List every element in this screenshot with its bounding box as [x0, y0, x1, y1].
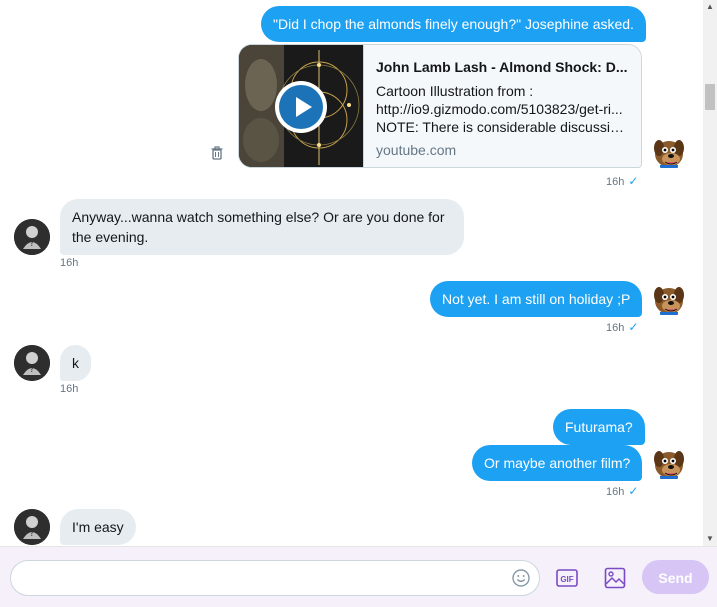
read-receipt-icon: ✓ — [628, 484, 639, 498]
message-composer: GIF Send — [0, 546, 717, 607]
dog-avatar-icon — [651, 445, 687, 481]
avatar[interactable] — [651, 281, 687, 317]
svg-text:GIF: GIF — [560, 575, 573, 584]
dog-avatar-icon — [651, 281, 687, 317]
message-input[interactable] — [25, 569, 509, 589]
message-timestamp: 16h ✓ — [606, 174, 639, 188]
message-outgoing[interactable]: Futurama? — [553, 409, 645, 445]
message-text: the evening. — [72, 229, 149, 245]
play-icon — [296, 97, 312, 117]
message-outgoing[interactable]: "Did I chop the almonds finely enough?" … — [261, 6, 646, 42]
question-avatar-icon: ? — [14, 219, 50, 255]
smiley-icon[interactable] — [511, 568, 531, 588]
scroll-down-arrow-icon[interactable]: ▼ — [703, 532, 717, 546]
message-text: Futurama? — [565, 419, 633, 435]
link-description-line: Cartoon Illustration from : — [376, 83, 534, 99]
send-button[interactable]: Send — [642, 560, 709, 594]
scrollbar-thumb[interactable] — [705, 84, 715, 110]
avatar[interactable]: ? — [14, 219, 50, 255]
message-timestamp: 16h — [60, 383, 79, 395]
question-avatar-icon: ? — [14, 345, 50, 381]
message-input-container[interactable] — [10, 560, 540, 596]
message-text: Not yet. I am still on holiday ;P — [442, 291, 631, 307]
svg-text:?: ? — [30, 239, 35, 249]
link-card-body[interactable]: John Lamb Lash - Almond Shock: D... Cart… — [363, 45, 641, 167]
svg-text:?: ? — [30, 529, 35, 539]
question-avatar-icon: ? — [14, 509, 50, 545]
avatar[interactable] — [651, 445, 687, 481]
scroll-up-arrow-icon[interactable]: ▲ — [703, 0, 717, 14]
message-text: k — [72, 355, 79, 371]
conversation-panel: "Did I chop the almonds finely enough?" … — [0, 0, 703, 546]
svg-text:?: ? — [30, 365, 35, 375]
message-timestamp: 16h ✓ — [606, 484, 639, 498]
message-timestamp: 16h — [60, 257, 79, 269]
gif-icon[interactable]: GIF — [556, 569, 578, 587]
message-text: Or maybe another film? — [484, 455, 631, 471]
avatar[interactable] — [651, 134, 687, 170]
message-incoming[interactable]: I'm easy — [60, 509, 136, 545]
link-title: John Lamb Lash - Almond Shock: D... — [376, 59, 628, 75]
play-button[interactable] — [275, 81, 327, 133]
avatar[interactable]: ? — [14, 345, 50, 381]
message-timestamp: 16h ✓ — [606, 320, 639, 334]
trash-icon[interactable] — [209, 145, 225, 161]
message-incoming[interactable]: k — [60, 345, 91, 381]
message-text: I'm easy — [72, 519, 124, 535]
message-outgoing[interactable]: Not yet. I am still on holiday ;P — [430, 281, 643, 317]
video-thumbnail[interactable] — [239, 45, 363, 167]
read-receipt-icon: ✓ — [628, 174, 639, 188]
scrollbar[interactable]: ▲ ▼ — [703, 0, 717, 546]
link-domain: youtube.com — [376, 142, 457, 158]
link-description-line: NOTE: There is considerable discussio... — [376, 119, 629, 135]
link-description-line: http://io9.gizmodo.com/5103823/get-ri... — [376, 101, 623, 117]
message-outgoing[interactable]: Or maybe another film? — [472, 445, 643, 481]
dog-avatar-icon — [651, 134, 687, 170]
read-receipt-icon: ✓ — [628, 320, 639, 334]
image-icon[interactable] — [604, 567, 626, 589]
link-preview-card[interactable]: John Lamb Lash - Almond Shock: D... Cart… — [238, 44, 642, 168]
message-incoming[interactable]: Anyway...wanna watch something else? Or … — [60, 199, 464, 255]
message-text: Anyway...wanna watch something else? Or … — [72, 209, 445, 225]
message-text: "Did I chop the almonds finely enough?" … — [273, 16, 634, 32]
avatar[interactable]: ? — [14, 509, 50, 545]
